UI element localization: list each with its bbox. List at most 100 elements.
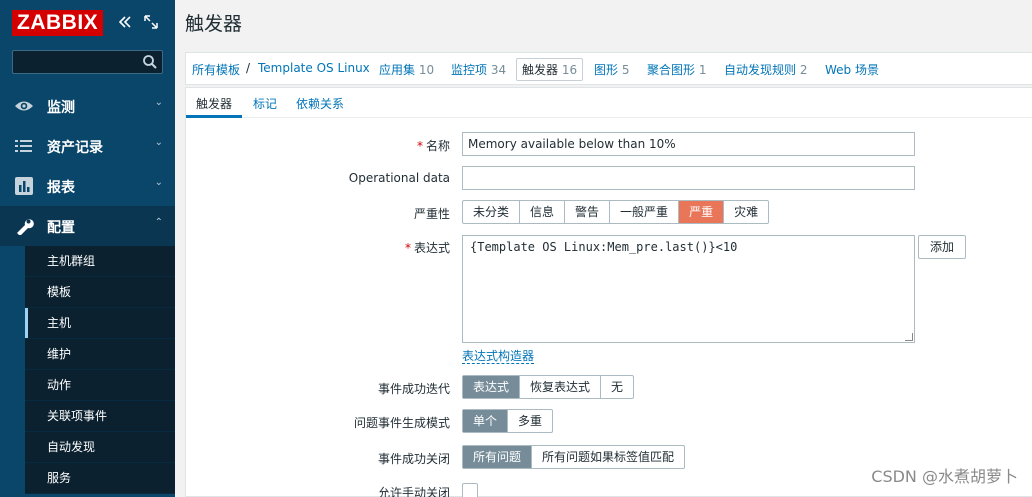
page-title: 触发器 xyxy=(185,13,243,35)
tab-dependencies[interactable]: 依赖关系 xyxy=(296,95,344,112)
resize-handle-icon[interactable] xyxy=(905,333,913,341)
tab-tags[interactable]: 标记 xyxy=(253,95,277,112)
breadcrumb-separator: / xyxy=(246,61,251,75)
ok-close-selector: 所有问题 所有问题如果标签值匹配 xyxy=(462,445,686,469)
breadcrumb-label: 自动发现规则 xyxy=(724,63,797,77)
breadcrumb-discovery-rules[interactable]: 自动发现规则 2 xyxy=(724,61,807,78)
expression-textarea[interactable]: {Template OS Linux:Mem_pre.last()}<10 xyxy=(462,235,915,343)
menu-configuration[interactable]: 配置 ⌃ xyxy=(0,206,175,246)
menu-label: 报表 xyxy=(47,180,75,196)
breadcrumb-applications[interactable]: 应用集 10 xyxy=(379,61,434,78)
operational-data-label: Operational data xyxy=(348,171,450,185)
zabbix-logo[interactable]: ZABBIX xyxy=(12,10,104,36)
required-asterisk: * xyxy=(404,241,411,255)
breadcrumb-label: 监控项 xyxy=(451,63,488,77)
submenu-correlation[interactable]: 关联项事件 xyxy=(25,401,175,432)
sidebar-search-input[interactable] xyxy=(12,50,163,74)
required-asterisk: * xyxy=(416,139,423,153)
chevron-down-icon: ⌄ xyxy=(154,137,163,148)
operational-data-field[interactable] xyxy=(462,166,915,190)
menu-label: 监测 xyxy=(47,100,75,116)
severity-selector: 未分类 信息 警告 一般严重 严重 灾难 xyxy=(462,200,770,224)
sidebar: ZABBIX 监测 ⌄ 资产记录 ⌄ 报表 ⌄ 配置 ⌃ 主机群组 模板 主机 … xyxy=(0,0,175,497)
breadcrumb-screens[interactable]: 聚合图形 1 xyxy=(647,61,706,78)
search-icon[interactable] xyxy=(142,54,158,70)
breadcrumb-count: 10 xyxy=(418,63,435,77)
trigger-form: 触发器 标记 依赖关系 * 名称 Memory available below t… xyxy=(185,87,1032,497)
breadcrumb-items[interactable]: 监控项 34 xyxy=(451,61,506,78)
breadcrumb-count: 34 xyxy=(490,63,507,77)
breadcrumb-count: 1 xyxy=(698,63,707,77)
list-icon xyxy=(14,137,34,155)
expression-constructor-link[interactable]: 表达式构造器 xyxy=(462,349,535,364)
logo-row: ZABBIX xyxy=(0,0,175,44)
submenu-templates[interactable]: 模板 xyxy=(25,277,175,308)
severity-warning[interactable]: 警告 xyxy=(565,201,611,223)
eye-icon xyxy=(14,97,34,115)
kiosk-mode-icon[interactable] xyxy=(143,14,159,30)
chevron-up-icon: ⌃ xyxy=(154,217,163,228)
ok-event-none[interactable]: 无 xyxy=(601,376,633,398)
problem-mode-single[interactable]: 单个 xyxy=(463,410,509,432)
name-label: * 名称 xyxy=(417,137,450,154)
collapse-sidebar-icon[interactable] xyxy=(117,14,133,30)
menu-label: 资产记录 xyxy=(47,140,103,156)
label-text: 表达式 xyxy=(413,241,450,255)
submenu-services[interactable]: 服务 xyxy=(25,463,175,494)
menu-inventory[interactable]: 资产记录 ⌄ xyxy=(0,126,175,166)
problem-mode-multiple[interactable]: 多重 xyxy=(508,410,552,432)
breadcrumb: 所有模板 / Template OS Linux 应用集 10 监控项 34 触… xyxy=(185,52,1032,85)
ok-close-label: 事件成功关闭 xyxy=(377,452,450,466)
severity-not-classified[interactable]: 未分类 xyxy=(463,201,521,223)
breadcrumb-label: 图形 xyxy=(594,63,619,77)
ok-event-expression[interactable]: 表达式 xyxy=(463,376,521,398)
breadcrumb-triggers[interactable]: 触发器 16 xyxy=(516,58,584,81)
watermark: CSDN @水煮胡萝卜 xyxy=(871,467,1018,486)
ok-close-tag-match[interactable]: 所有问题如果标签值匹配 xyxy=(532,446,684,468)
label-text: 名称 xyxy=(425,139,450,153)
tab-trigger[interactable]: 触发器 xyxy=(196,95,232,112)
main-content: 触发器 所有模板 / Template OS Linux 应用集 10 监控项 … xyxy=(175,0,1032,497)
ok-event-label: 事件成功迭代 xyxy=(377,382,450,396)
breadcrumb-label: 触发器 xyxy=(522,63,559,77)
severity-average[interactable]: 一般严重 xyxy=(610,201,680,223)
problem-mode-selector: 单个 多重 xyxy=(462,409,554,433)
chevron-down-icon: ⌄ xyxy=(154,97,163,108)
breadcrumb-template[interactable]: Template OS Linux xyxy=(258,61,370,75)
breadcrumb-web-scenarios[interactable]: Web 场景 xyxy=(825,61,879,78)
breadcrumb-all-templates[interactable]: 所有模板 xyxy=(192,61,240,78)
ok-event-recovery-expression[interactable]: 恢复表达式 xyxy=(520,376,602,398)
configuration-submenu: 主机群组 模板 主机 维护 动作 关联项事件 自动发现 服务 xyxy=(25,246,175,494)
menu-reports[interactable]: 报表 ⌄ xyxy=(0,166,175,206)
submenu-actions[interactable]: 动作 xyxy=(25,370,175,401)
manual-close-checkbox[interactable] xyxy=(462,483,478,497)
wrench-icon xyxy=(14,217,34,236)
submenu-maintenance[interactable]: 维护 xyxy=(25,339,175,370)
breadcrumb-graphs[interactable]: 图形 5 xyxy=(594,61,629,78)
ok-close-all-problems[interactable]: 所有问题 xyxy=(463,446,533,468)
menu-label: 配置 xyxy=(47,220,75,236)
severity-disaster[interactable]: 灾难 xyxy=(724,201,768,223)
manual-close-label: 允许手动关闭 xyxy=(377,486,450,497)
bar-chart-icon xyxy=(14,177,34,195)
breadcrumb-label: 聚合图形 xyxy=(647,63,696,77)
ok-event-selector: 表达式 恢复表达式 无 xyxy=(462,375,635,399)
chevron-down-icon: ⌄ xyxy=(154,177,163,188)
name-field[interactable]: Memory available below than 10% xyxy=(462,132,915,156)
expression-label: * 表达式 xyxy=(405,239,450,256)
breadcrumb-label: 应用集 xyxy=(379,63,416,77)
expression-text: {Template OS Linux:Mem_pre.last()}<10 xyxy=(470,240,738,254)
submenu-discovery[interactable]: 自动发现 xyxy=(25,432,175,463)
severity-high[interactable]: 严重 xyxy=(679,201,725,223)
active-tab-underline xyxy=(186,115,242,118)
submenu-hosts[interactable]: 主机 xyxy=(25,308,175,339)
menu-monitoring[interactable]: 监测 ⌄ xyxy=(0,86,175,126)
submenu-host-groups[interactable]: 主机群组 xyxy=(25,246,175,277)
add-button[interactable]: 添加 xyxy=(918,235,967,259)
breadcrumb-count: 2 xyxy=(799,63,808,77)
severity-information[interactable]: 信息 xyxy=(520,201,566,223)
severity-label: 严重性 xyxy=(413,207,450,221)
breadcrumb-count: 5 xyxy=(621,63,630,77)
form-tabs: 触发器 标记 依赖关系 xyxy=(186,88,1032,118)
problem-mode-label: 问题事件生成模式 xyxy=(353,416,450,430)
